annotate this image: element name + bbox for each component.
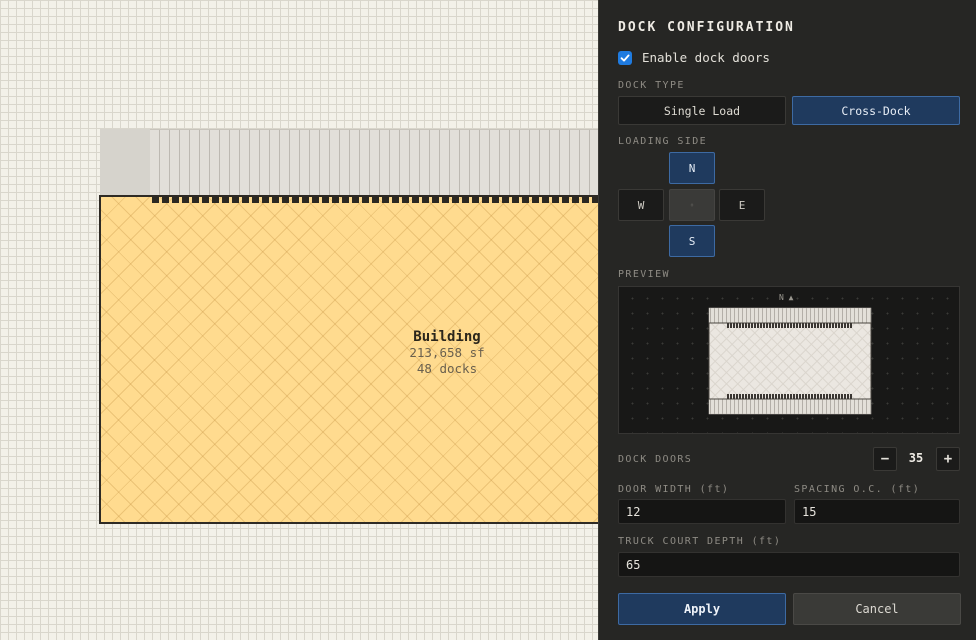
- checkmark-icon: [620, 54, 630, 61]
- dock-doors-increment-button[interactable]: +: [936, 447, 960, 471]
- spacing-input[interactable]: [794, 499, 960, 524]
- enable-dock-doors-row[interactable]: Enable dock doors: [618, 50, 770, 65]
- north-arrow-icon: N ▲: [779, 293, 794, 302]
- preview-drawing: [708, 307, 872, 415]
- dock-type-cross-dock-button[interactable]: Cross-Dock: [792, 96, 960, 125]
- preview-box: N ▲: [618, 286, 960, 434]
- building-area: 213,658 sf: [409, 345, 485, 360]
- trailer-parking-stripes: [150, 129, 598, 196]
- enable-dock-doors-label: Enable dock doors: [642, 50, 770, 65]
- dock-doors-decrement-button[interactable]: −: [873, 447, 897, 471]
- dock-configuration-panel: DOCK CONFIGURATION Enable dock doors DOC…: [598, 0, 976, 640]
- cancel-button[interactable]: Cancel: [793, 593, 961, 625]
- panel-title: DOCK CONFIGURATION: [618, 20, 795, 35]
- site-canvas[interactable]: Building 213,658 sf 48 docks: [0, 0, 598, 640]
- spacing-label: SPACING O.C. (ft): [794, 484, 921, 495]
- dock-doors-value: 35: [908, 451, 924, 465]
- building-footprint[interactable]: [99, 195, 598, 524]
- loading-side-west-button[interactable]: W: [618, 189, 664, 221]
- truck-court-depth-input[interactable]: [618, 552, 960, 577]
- dock-doors-label: DOCK DOORS: [618, 454, 693, 465]
- dock-doors-strip: [152, 197, 598, 203]
- door-width-label: DOOR WIDTH (ft): [618, 484, 730, 495]
- door-width-input[interactable]: [618, 499, 786, 524]
- truck-court-depth-label: TRUCK COURT DEPTH (ft): [618, 536, 782, 547]
- loading-side-south-button[interactable]: S: [669, 225, 715, 257]
- dock-type-single-load-button[interactable]: Single Load: [618, 96, 786, 125]
- loading-side-label: LOADING SIDE: [618, 136, 708, 147]
- loading-side-east-button[interactable]: E: [719, 189, 765, 221]
- truck-court: [100, 129, 598, 196]
- enable-dock-doors-checkbox[interactable]: [618, 50, 632, 65]
- apply-button[interactable]: Apply: [618, 593, 786, 625]
- building-dock-count: 48 docks: [416, 361, 478, 376]
- dock-type-label: DOCK TYPE: [618, 80, 685, 91]
- preview-label: PREVIEW: [618, 269, 670, 280]
- loading-side-center-button: ◦: [669, 189, 715, 221]
- building-label: Building 213,658 sf 48 docks: [390, 329, 504, 377]
- building-name: Building: [413, 329, 481, 345]
- loading-side-north-button[interactable]: N: [669, 152, 715, 184]
